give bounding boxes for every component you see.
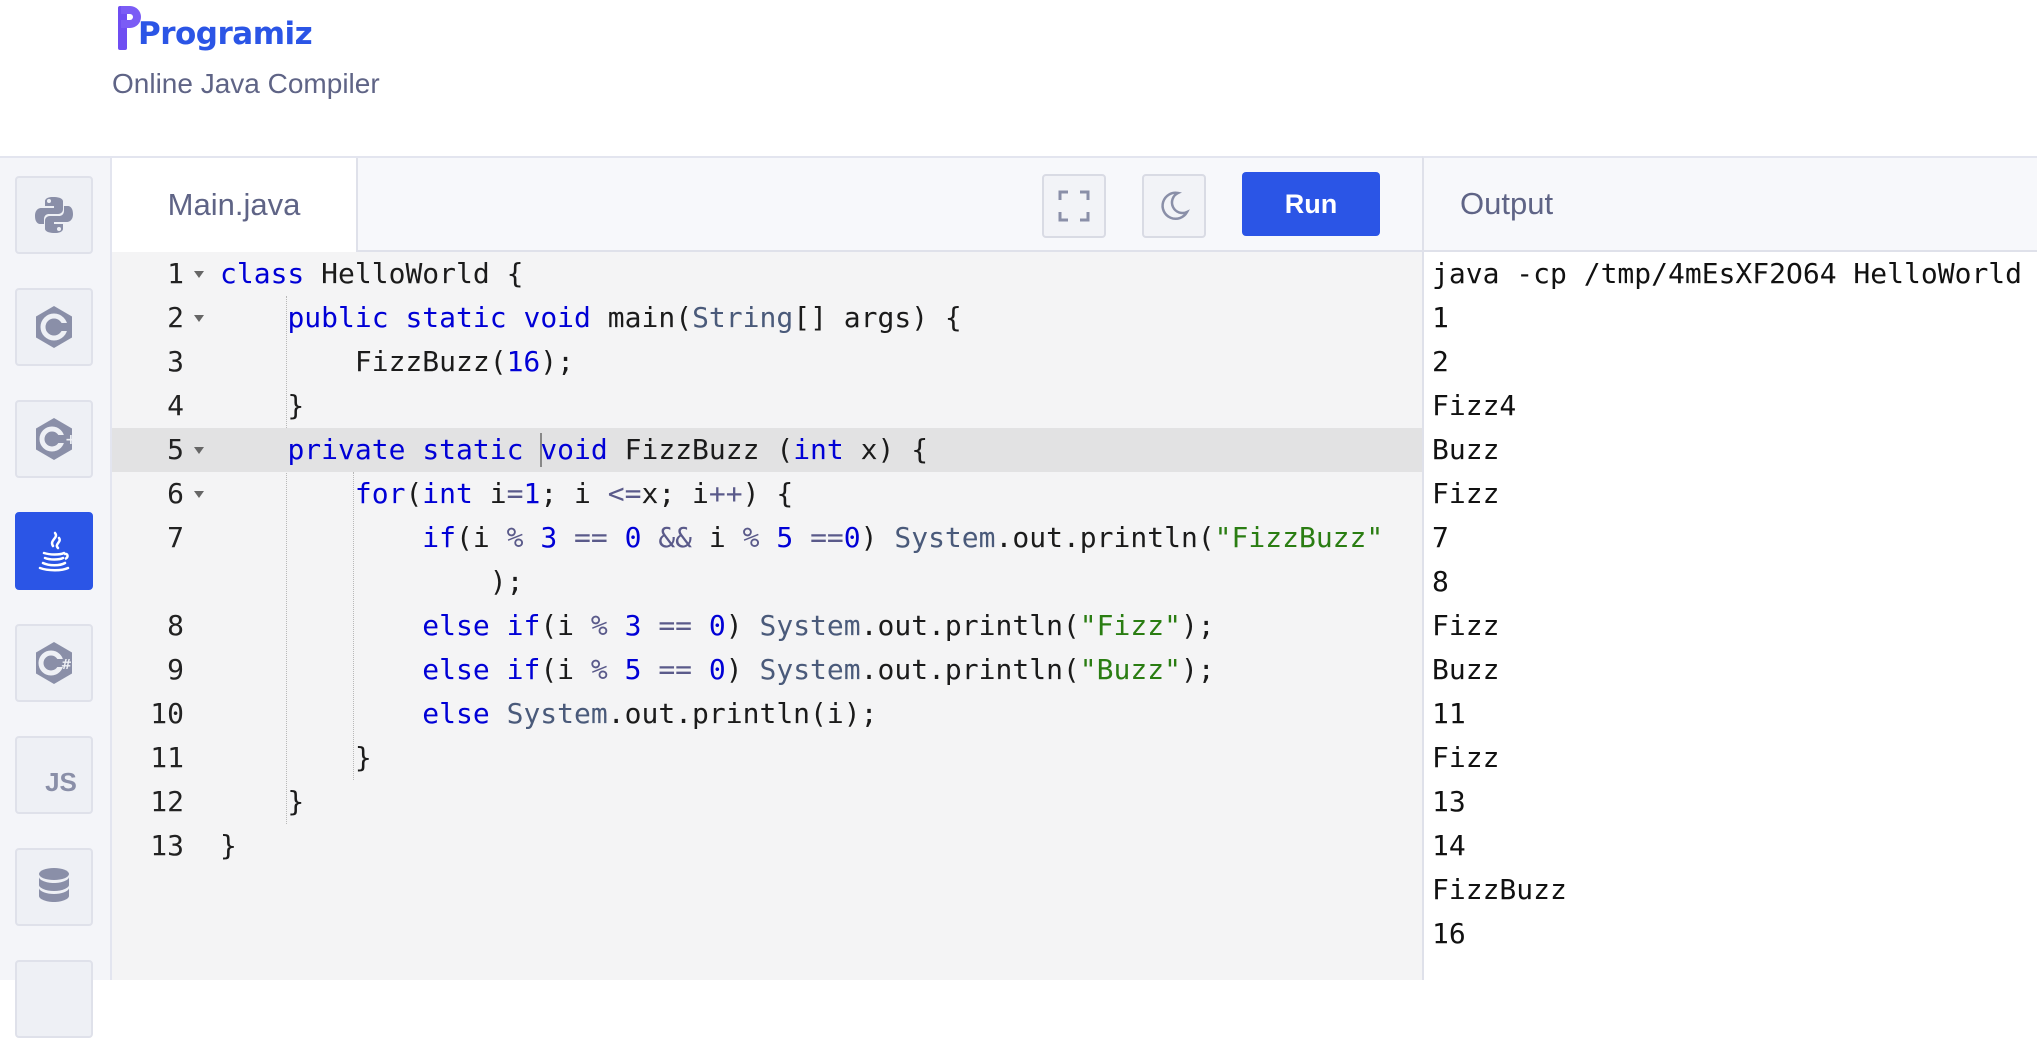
code-text: if(i % 3 == 0 && i % 5 ==0) System.out.p…: [422, 521, 1384, 554]
output-line: 16: [1432, 917, 1466, 950]
code-text: public static void main(String[] args) {: [287, 301, 962, 334]
code-editor-panel: Main.java Run 1 class HelloWorld { 2 pub…: [112, 156, 1422, 980]
code-text: );: [220, 565, 524, 598]
code-line: 10 else System.out.println(i);: [112, 692, 1422, 736]
fold-arrow-icon[interactable]: [194, 491, 204, 498]
language-sidebar: + # JS: [0, 156, 112, 1038]
sidebar-item-python[interactable]: [15, 176, 93, 254]
output-line: 8: [1432, 565, 1449, 598]
output-line: 2: [1432, 345, 1449, 378]
c-icon: [36, 306, 72, 348]
output-line: 11: [1432, 697, 1466, 730]
code-text: FizzBuzz(16);: [220, 345, 575, 378]
code-line: 11 }: [112, 736, 1422, 780]
js-icon: JS: [45, 766, 77, 797]
output-header: Output: [1424, 158, 2037, 252]
code-text: }: [220, 741, 372, 774]
file-tab-main-java[interactable]: Main.java: [112, 158, 358, 252]
code-line: 9 else if(i % 5 == 0) System.out.println…: [112, 648, 1422, 692]
sidebar-item-cpp[interactable]: +: [15, 400, 93, 478]
code-line: 8 else if(i % 3 == 0) System.out.println…: [112, 604, 1422, 648]
output-line: Buzz: [1432, 653, 1500, 686]
svg-text:#: #: [61, 658, 72, 673]
code-line-wrap: );: [112, 560, 1422, 604]
output-line: 1: [1432, 301, 1449, 334]
code-text: else System.out.println(i);: [422, 697, 878, 730]
sidebar-item-javascript[interactable]: JS: [15, 736, 93, 814]
code-area[interactable]: 1 class HelloWorld { 2 public static voi…: [112, 252, 1422, 982]
fullscreen-button[interactable]: [1042, 174, 1106, 238]
code-line: 4 }: [112, 384, 1422, 428]
cpp-icon: +: [36, 418, 77, 460]
code-line: 1 class HelloWorld {: [112, 252, 1422, 296]
output-line: 14: [1432, 829, 1466, 862]
fold-arrow-icon[interactable]: [194, 271, 204, 278]
database-icon: [39, 868, 69, 902]
text-cursor: [540, 433, 542, 467]
code-text: }: [220, 785, 305, 818]
java-icon: [38, 531, 70, 572]
output-console[interactable]: java -cp /tmp/4mEsXF2O64 HelloWorld 1 2 …: [1432, 252, 2022, 956]
code-text: class HelloWorld {: [220, 257, 524, 290]
fullscreen-icon: [1058, 190, 1090, 222]
sidebar-item-java[interactable]: [15, 512, 93, 590]
output-line: 7: [1432, 521, 1449, 554]
page-subtitle: Online Java Compiler: [112, 68, 380, 99]
editor-toolbar: Main.java Run: [112, 158, 1422, 252]
run-button[interactable]: Run: [1242, 172, 1380, 236]
svg-text:+: +: [65, 432, 77, 448]
code-text: for(int i=1; i <=x; i++) {: [354, 477, 794, 510]
output-panel: Output java -cp /tmp/4mEsXF2O64 HelloWor…: [1422, 156, 2037, 980]
code-line: 12 }: [112, 780, 1422, 824]
output-line: Buzz: [1432, 433, 1500, 466]
logo-mark-icon: [114, 6, 142, 54]
output-line: Fizz: [1432, 741, 1500, 774]
code-line: 13 }: [112, 824, 1422, 868]
code-line-active: 5 private static void FizzBuzz (int x) {: [112, 428, 1422, 472]
code-text: }: [220, 829, 237, 862]
code-line: 3 FizzBuzz(16);: [112, 340, 1422, 384]
fold-arrow-icon[interactable]: [194, 447, 204, 454]
code-line: 7 if(i % 3 == 0 && i % 5 ==0) System.out…: [112, 516, 1422, 560]
programiz-logo[interactable]: Programiz: [114, 6, 313, 54]
fold-arrow-icon[interactable]: [194, 315, 204, 322]
theme-toggle-button[interactable]: [1142, 174, 1206, 238]
output-line: FizzBuzz: [1432, 873, 1567, 906]
code-text: }: [220, 389, 305, 422]
output-line: Fizz: [1432, 609, 1500, 642]
output-line: 13: [1432, 785, 1466, 818]
output-line: Fizz: [1432, 477, 1500, 510]
output-line: Fizz4: [1432, 389, 1517, 422]
code-line: 2 public static void main(String[] args)…: [112, 296, 1422, 340]
code-text: else if(i % 3 == 0) System.out.println("…: [422, 609, 1215, 642]
logo-text: Programiz: [138, 16, 313, 52]
output-line: java -cp /tmp/4mEsXF2O64 HelloWorld: [1432, 257, 2023, 290]
code-line: 6 for(int i=1; i <=x; i++) {: [112, 472, 1422, 516]
output-title: Output: [1460, 186, 1554, 221]
code-text: private static void FizzBuzz (int x) {: [287, 433, 929, 466]
sidebar-item-sql[interactable]: [15, 848, 93, 926]
sidebar-item-more[interactable]: [15, 960, 93, 1038]
sidebar-item-c[interactable]: [15, 288, 93, 366]
python-icon: [35, 197, 73, 233]
code-text: else if(i % 5 == 0) System.out.println("…: [422, 653, 1215, 686]
moon-icon: [1161, 191, 1190, 221]
header: Programiz Online Java Compiler: [0, 0, 2037, 156]
csharp-icon: #: [36, 642, 72, 684]
sidebar-item-csharp[interactable]: #: [15, 624, 93, 702]
